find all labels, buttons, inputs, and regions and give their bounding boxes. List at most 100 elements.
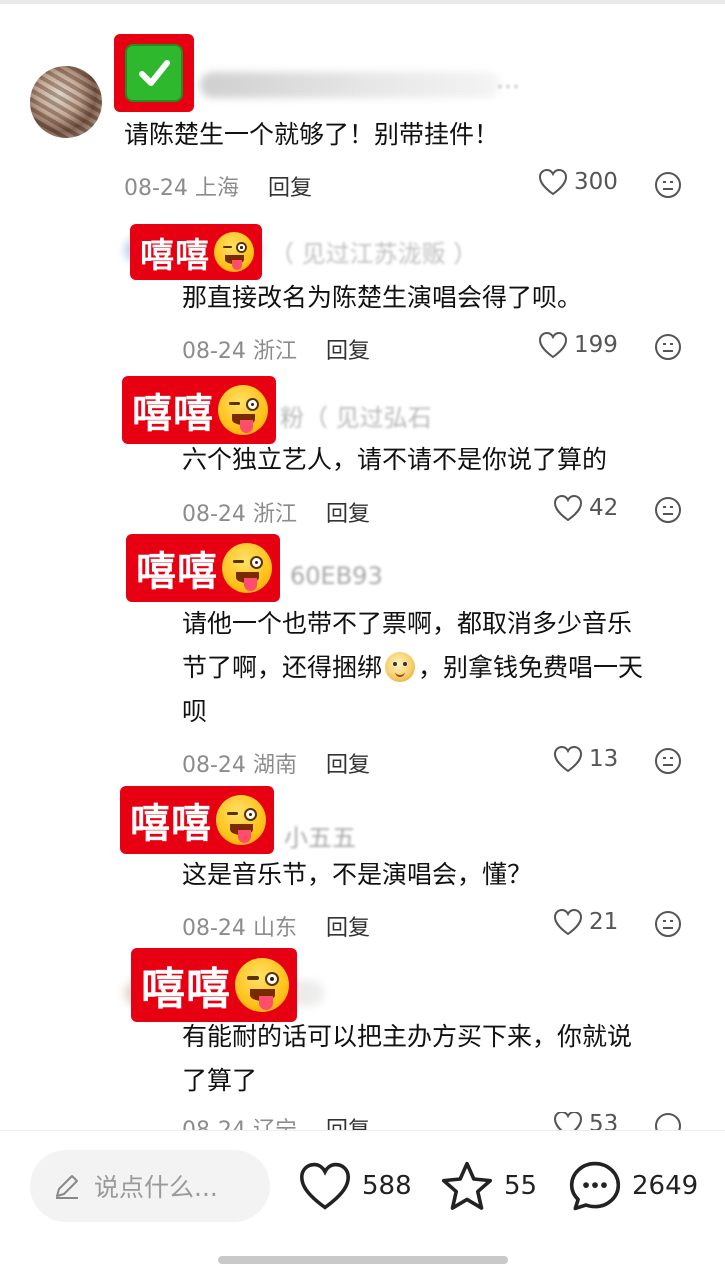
comment-line: 节了啊，还得捆绑 ，别拿钱免费唱一天 (182, 646, 643, 690)
username-blurred[interactable] (200, 72, 500, 98)
comment-date: 08-24 (182, 1118, 246, 1130)
comment-date: 08-24 (182, 916, 246, 941)
comment-date: 08-24 (124, 176, 188, 201)
comment-text: 这是音乐节，不是演唱会，懂？ (182, 853, 532, 897)
heart-icon (553, 745, 583, 773)
like-count: 300 (574, 169, 618, 195)
comment-text: 请他一个也带不了票啊，都取消多少音乐 节了啊，还得捆绑 ，别拿钱免费唱一天 呗 (182, 602, 643, 734)
wink-emoji-icon (216, 795, 266, 845)
like-post-button[interactable]: 588 (298, 1160, 412, 1212)
top-divider (0, 0, 725, 4)
comment-location: 山东 (252, 916, 297, 941)
comment-line: 请他一个也带不了票啊，都取消多少音乐 (182, 609, 633, 638)
comment-line: 有能耐的话可以把主办方买下来，你就说 (182, 1022, 633, 1051)
like-count: 53 (589, 1112, 619, 1130)
avatar[interactable] (30, 66, 102, 138)
sticker-text: 嘻嘻 (141, 964, 231, 1015)
comment-location: 上海 (194, 176, 239, 201)
xixi-sticker: 嘻嘻 (126, 534, 280, 602)
sticker-text: 嘻嘻 (132, 391, 214, 437)
check-mark-icon (125, 44, 183, 102)
dislike-icon[interactable] (654, 333, 682, 361)
dislike-icon[interactable] (654, 1112, 682, 1130)
xixi-sticker: 嘻嘻 (130, 224, 262, 280)
like-button[interactable]: 42 (553, 494, 618, 522)
favorite-button[interactable]: 55 (440, 1160, 537, 1212)
comment-location: 辽宁 (253, 1118, 297, 1130)
wink-emoji-icon (214, 232, 254, 272)
like-button[interactable]: 199 (538, 331, 618, 359)
comment-location: 湖南 (252, 753, 297, 778)
comment-count: 2649 (632, 1171, 699, 1201)
like-count: 13 (589, 746, 619, 772)
comment-text: 有能耐的话可以把主办方买下来，你就说 了算了 (182, 1015, 632, 1103)
comment-date: 08-24 (182, 339, 246, 364)
xixi-sticker: 嘻嘻 (131, 948, 297, 1022)
heart-icon (538, 331, 568, 359)
clipped-meta-row: 08-24 辽宁 回复 53 (0, 1112, 725, 1130)
comment-line: 了算了 (182, 1066, 258, 1095)
reply-button[interactable]: 回复 (326, 1112, 370, 1130)
comment-date: 08-24 (182, 502, 246, 527)
sticker-text: 嘻嘻 (140, 235, 210, 276)
bottom-bar-divider (0, 1130, 725, 1131)
star-icon (441, 1161, 493, 1210)
comment-location: 浙江 (252, 339, 297, 364)
pencil-icon (56, 1175, 78, 1199)
username-blurred[interactable]: 粉（ 见过弘石 (280, 398, 432, 433)
comment-line: 六个独立艺人，请不请不是你说了算的 (182, 445, 608, 474)
like-button[interactable]: 13 (553, 745, 618, 773)
username-ellipsis: … (496, 66, 520, 94)
comment-meta: 08-24 山东 (182, 910, 297, 942)
like-count: 21 (589, 909, 619, 935)
like-button[interactable]: 53 (553, 1112, 618, 1130)
xixi-sticker: 嘻嘻 (120, 786, 274, 854)
sticker-text: 嘻嘻 (136, 549, 218, 595)
reply-button[interactable]: 回复 (326, 333, 370, 365)
dislike-icon[interactable] (654, 171, 682, 199)
comment-meta: 08-24 湖南 (182, 747, 297, 779)
doge-emoji-icon (385, 652, 416, 682)
comment-text: 请陈楚生一个就够了！别带挂件！ (124, 120, 500, 149)
like-count: 199 (574, 332, 618, 358)
reply-button[interactable]: 回复 (326, 910, 370, 942)
wink-emoji-icon (235, 958, 289, 1012)
comment-date: 08-24 (182, 753, 246, 778)
xixi-sticker: 嘻嘻 (122, 376, 276, 444)
like-button[interactable]: 300 (538, 168, 618, 196)
comment-line: 那直接改名为陈楚生演唱会得了呗。 (182, 283, 583, 312)
comment-text: 六个独立艺人，请不请不是你说了算的 (182, 438, 607, 482)
like-count: 42 (589, 495, 619, 521)
comment-meta: 08-24 上海 (124, 170, 239, 202)
reply-button[interactable]: 回复 (326, 496, 370, 528)
comment-meta: 08-24 浙江 (182, 333, 297, 365)
dislike-icon[interactable] (654, 910, 682, 938)
heart-icon (553, 908, 583, 936)
username-blurred[interactable]: （ 见过江苏泷贩 ） (270, 234, 477, 269)
comment-meta: 08-24 辽宁 (182, 1112, 297, 1130)
comment-text: 那直接改名为陈楚生演唱会得了呗。 (182, 276, 582, 320)
comment-location: 浙江 (252, 502, 297, 527)
username-blurred[interactable]: 小五五 (284, 818, 356, 853)
input-placeholder: 说点什么... (94, 1173, 218, 1202)
heart-icon (299, 1162, 351, 1210)
like-count: 588 (362, 1171, 412, 1201)
comment-input[interactable]: 说点什么... (30, 1150, 270, 1222)
reply-button[interactable]: 回复 (268, 170, 312, 202)
comment-bubble-icon (569, 1161, 621, 1211)
comment-meta: 08-24 浙江 (182, 496, 297, 528)
dislike-icon[interactable] (654, 496, 682, 524)
heart-icon (553, 494, 583, 522)
reply-button[interactable]: 回复 (326, 747, 370, 779)
comment-line-part: 节了啊，还得捆绑 (182, 653, 383, 682)
dislike-icon[interactable] (654, 747, 682, 775)
wink-emoji-icon (218, 385, 268, 435)
comment-button[interactable]: 2649 (568, 1160, 698, 1212)
favorite-count: 55 (504, 1171, 538, 1201)
home-indicator[interactable] (218, 1256, 508, 1264)
heart-icon (538, 168, 568, 196)
like-button[interactable]: 21 (553, 908, 618, 936)
comment-line-part: ，别拿钱免费唱一天 (418, 653, 644, 682)
comment-line: 这是音乐节，不是演唱会，懂？ (182, 860, 533, 889)
username-blurred[interactable]: 60EB93 (290, 562, 383, 590)
